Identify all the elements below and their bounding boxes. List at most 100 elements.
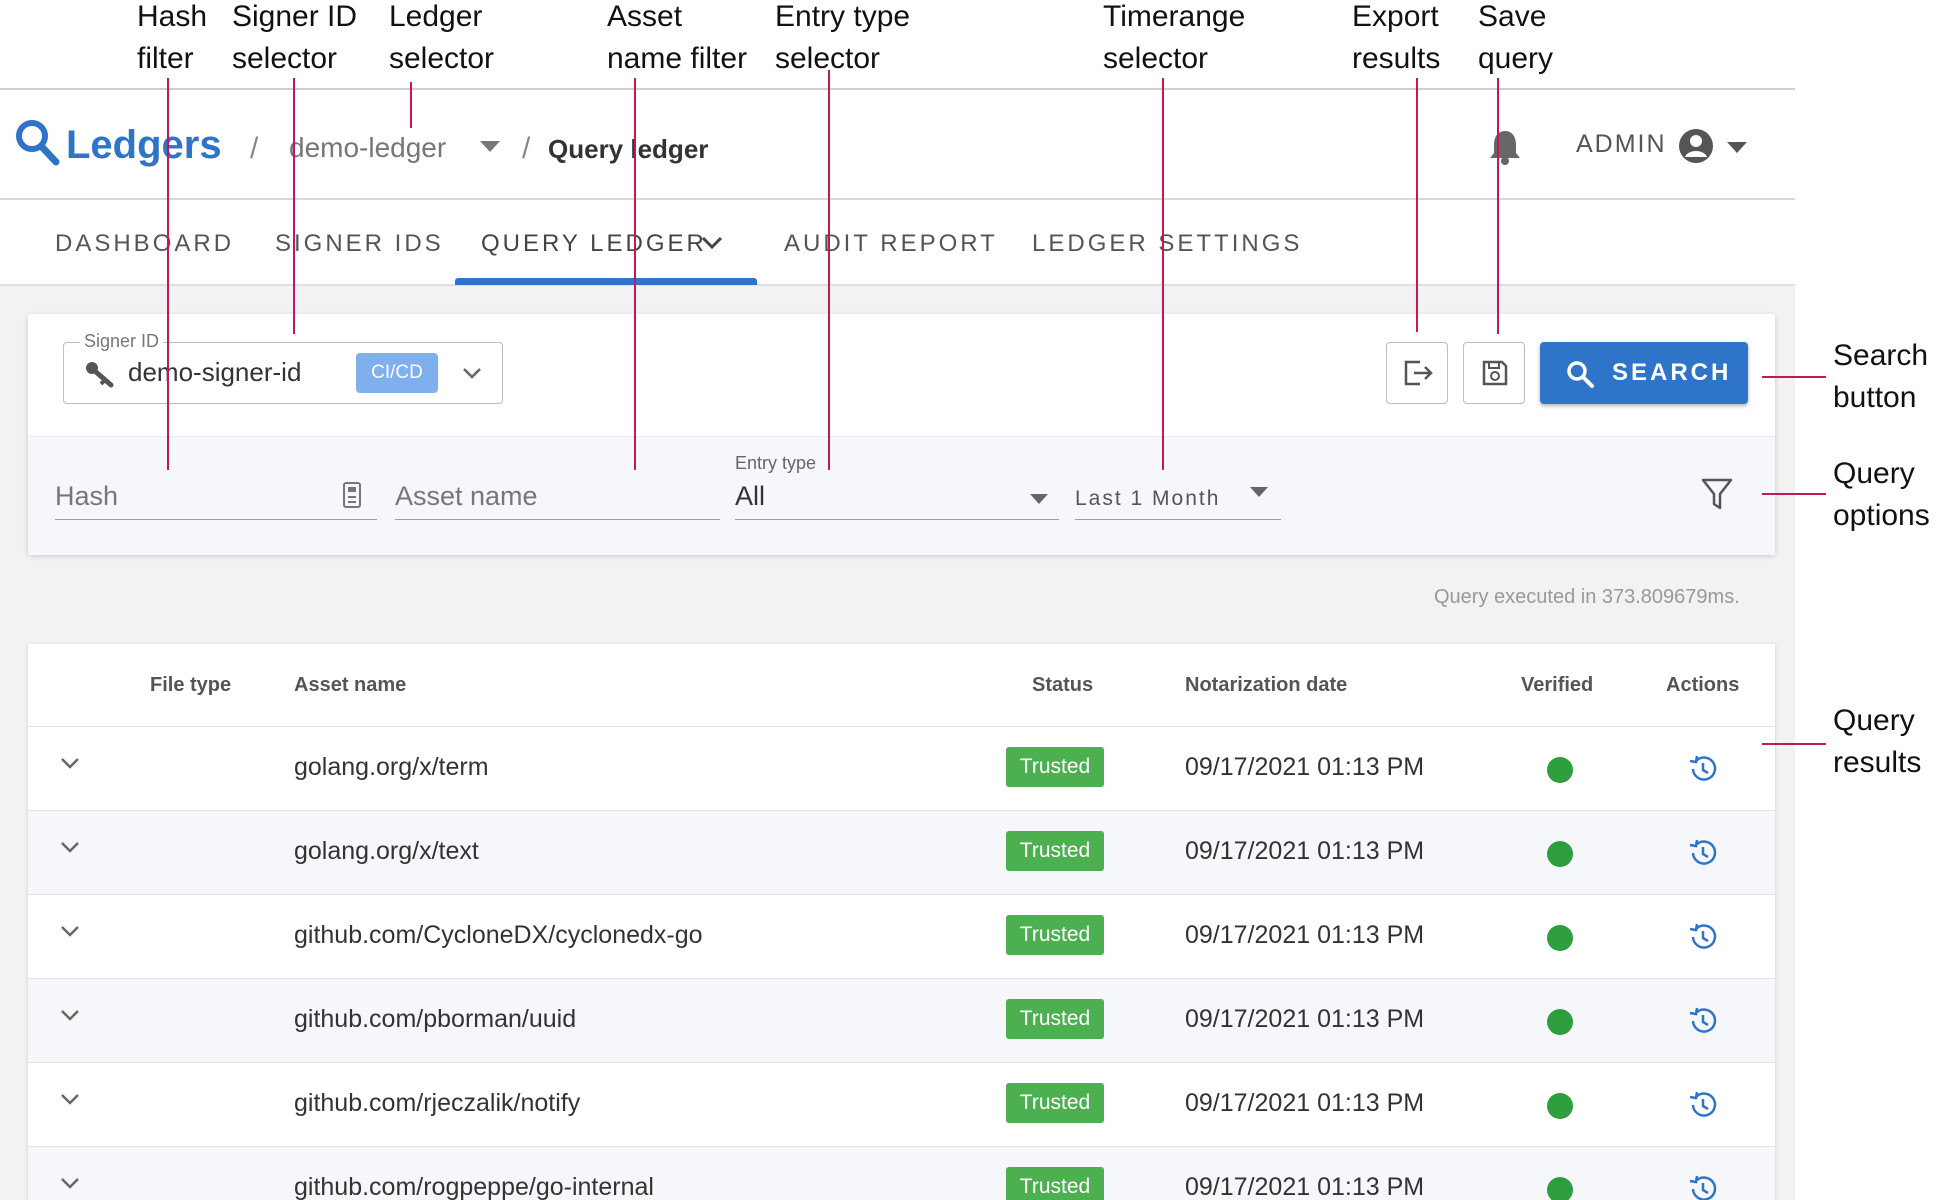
annotation-search-button: Search button (1833, 339, 1929, 414)
annotation-query-options: Query options (1833, 457, 1930, 532)
notarization-date-cell: 09/17/2021 01:13 PM (1185, 1005, 1425, 1033)
save-query-button[interactable] (1463, 342, 1525, 404)
breadcrumb-separator: / (250, 132, 259, 165)
expand-chevron-icon[interactable] (60, 1177, 80, 1195)
status-badge: Trusted (1006, 1167, 1104, 1200)
status-badge: Trusted (1006, 1083, 1104, 1123)
signer-id-label: Signer ID (80, 331, 164, 352)
column-header-asset-name[interactable]: Asset name (294, 674, 406, 697)
app-screen: Ledgers / demo-ledger / Query ledger ADM… (0, 88, 1795, 1200)
tab-dashboard[interactable]: DASHBOARD (55, 230, 234, 258)
expand-chevron-icon[interactable] (60, 925, 80, 943)
table-row[interactable]: golang.org/x/text Trusted 09/17/2021 01:… (28, 810, 1775, 894)
table-row[interactable]: golang.org/x/term Trusted 09/17/2021 01:… (28, 726, 1775, 810)
expand-chevron-icon[interactable] (60, 841, 80, 859)
annotation-line-entry (828, 70, 830, 470)
history-icon[interactable] (1687, 837, 1719, 874)
search-icon[interactable] (14, 118, 60, 171)
annotation-export-results: Export results (1352, 0, 1441, 75)
breadcrumb-separator: / (522, 132, 531, 165)
annotation-line-timerange (1162, 78, 1164, 470)
asset-name-cell: github.com/rjeczalik/notify (294, 1089, 581, 1117)
filter-icon[interactable] (1701, 477, 1733, 516)
annotation-ledger-selector: Ledger selector (389, 0, 495, 75)
history-icon[interactable] (1687, 753, 1719, 790)
asset-name-input[interactable]: Asset name (395, 481, 538, 512)
hash-input-underline (55, 519, 377, 520)
entry-type-underline (735, 519, 1059, 520)
history-icon[interactable] (1687, 1173, 1719, 1200)
column-header-file-type[interactable]: File type (150, 674, 231, 697)
status-badge: Trusted (1006, 747, 1104, 787)
verified-indicator (1547, 925, 1573, 951)
tab-ledger-settings[interactable]: LEDGER SETTINGS (1032, 230, 1302, 258)
status-badge: Trusted (1006, 831, 1104, 871)
export-results-button[interactable] (1386, 342, 1448, 404)
search-icon (1566, 360, 1594, 393)
chevron-down-icon[interactable] (701, 236, 723, 255)
verified-indicator (1547, 1093, 1573, 1119)
annotation-line-hash (167, 78, 169, 470)
asset-name-cell: github.com/rogpeppe/go-internal (294, 1173, 654, 1200)
expand-chevron-icon[interactable] (60, 1093, 80, 1111)
search-button-label: SEARCH (1612, 359, 1732, 386)
table-row[interactable]: github.com/rogpeppe/go-internal Trusted … (28, 1146, 1775, 1200)
brand-title[interactable]: Ledgers (66, 123, 222, 168)
annotation-line-asset (634, 78, 636, 470)
signer-id-selector[interactable]: Signer ID demo-signer-id CI/CD (63, 331, 503, 404)
verified-indicator (1547, 757, 1573, 783)
tab-signer-ids[interactable]: SIGNER IDS (275, 230, 444, 258)
search-button[interactable]: SEARCH (1540, 342, 1748, 404)
chevron-down-icon[interactable] (462, 367, 482, 385)
annotation-line-options (1762, 493, 1826, 495)
table-row[interactable]: github.com/pborman/uuid Trusted 09/17/20… (28, 978, 1775, 1062)
tab-audit-report[interactable]: AUDIT REPORT (784, 230, 998, 258)
annotation-save-query: Save query (1478, 0, 1554, 75)
notarization-date-cell: 09/17/2021 01:13 PM (1185, 921, 1425, 949)
user-name[interactable]: ADMIN (1576, 130, 1667, 159)
signer-tag-badge: CI/CD (356, 353, 438, 393)
history-icon[interactable] (1687, 1089, 1719, 1126)
timerange-selector[interactable]: Last 1 Month (1075, 487, 1220, 511)
column-header-actions: Actions (1666, 674, 1740, 696)
caret-down-icon[interactable] (1250, 485, 1268, 503)
asset-name-underline (395, 519, 720, 520)
query-execution-time: Query executed in 373.809679ms. (1434, 586, 1740, 608)
annotation-signer-id-selector: Signer ID selector (232, 0, 358, 75)
status-badge: Trusted (1006, 915, 1104, 955)
hash-input[interactable]: Hash (55, 481, 118, 512)
tab-query-ledger[interactable]: QUERY LEDGER (481, 230, 707, 258)
query-card: Signer ID demo-signer-id CI/CD SEARCH Ha… (28, 314, 1775, 555)
ledger-selector[interactable]: demo-ledger (289, 132, 446, 164)
entry-type-label: Entry type (735, 453, 817, 473)
verified-indicator (1547, 1177, 1573, 1200)
expand-chevron-icon[interactable] (60, 757, 80, 775)
expand-chevron-icon[interactable] (60, 1009, 80, 1027)
annotation-timerange-selector: Timerange selector (1103, 0, 1246, 75)
tab-bar: DASHBOARD SIGNER IDS QUERY LEDGER AUDIT … (0, 200, 1795, 286)
column-header-verified[interactable]: Verified (1521, 674, 1593, 697)
caret-down-icon[interactable] (480, 140, 500, 158)
entry-type-selector[interactable]: All (735, 481, 765, 512)
column-header-status[interactable]: Status (1032, 674, 1093, 697)
export-icon (1402, 359, 1434, 392)
table-row[interactable]: github.com/CycloneDX/cyclonedx-go Truste… (28, 894, 1775, 978)
column-header-notarization-date[interactable]: Notarization date (1185, 674, 1347, 697)
annotation-query-results: Query results (1833, 704, 1922, 779)
annotation-line-save (1497, 78, 1499, 334)
account-circle-icon[interactable] (1678, 128, 1714, 169)
bell-icon[interactable] (1488, 128, 1522, 171)
history-icon[interactable] (1687, 1005, 1719, 1042)
key-icon (84, 360, 114, 393)
annotation-line-results (1762, 743, 1826, 745)
caret-down-icon[interactable] (1030, 492, 1048, 510)
asset-name-cell: golang.org/x/text (294, 837, 479, 865)
verified-indicator (1547, 841, 1573, 867)
annotation-asset-name-filter: Asset name filter (607, 0, 748, 75)
query-options-bar: Hash Asset name Entry type All Last 1 Mo… (28, 436, 1775, 555)
hash-calculator-icon[interactable] (342, 481, 362, 514)
status-badge: Trusted (1006, 999, 1104, 1039)
table-row[interactable]: github.com/rjeczalik/notify Trusted 09/1… (28, 1062, 1775, 1146)
history-icon[interactable] (1687, 921, 1719, 958)
caret-down-icon[interactable] (1727, 141, 1747, 159)
